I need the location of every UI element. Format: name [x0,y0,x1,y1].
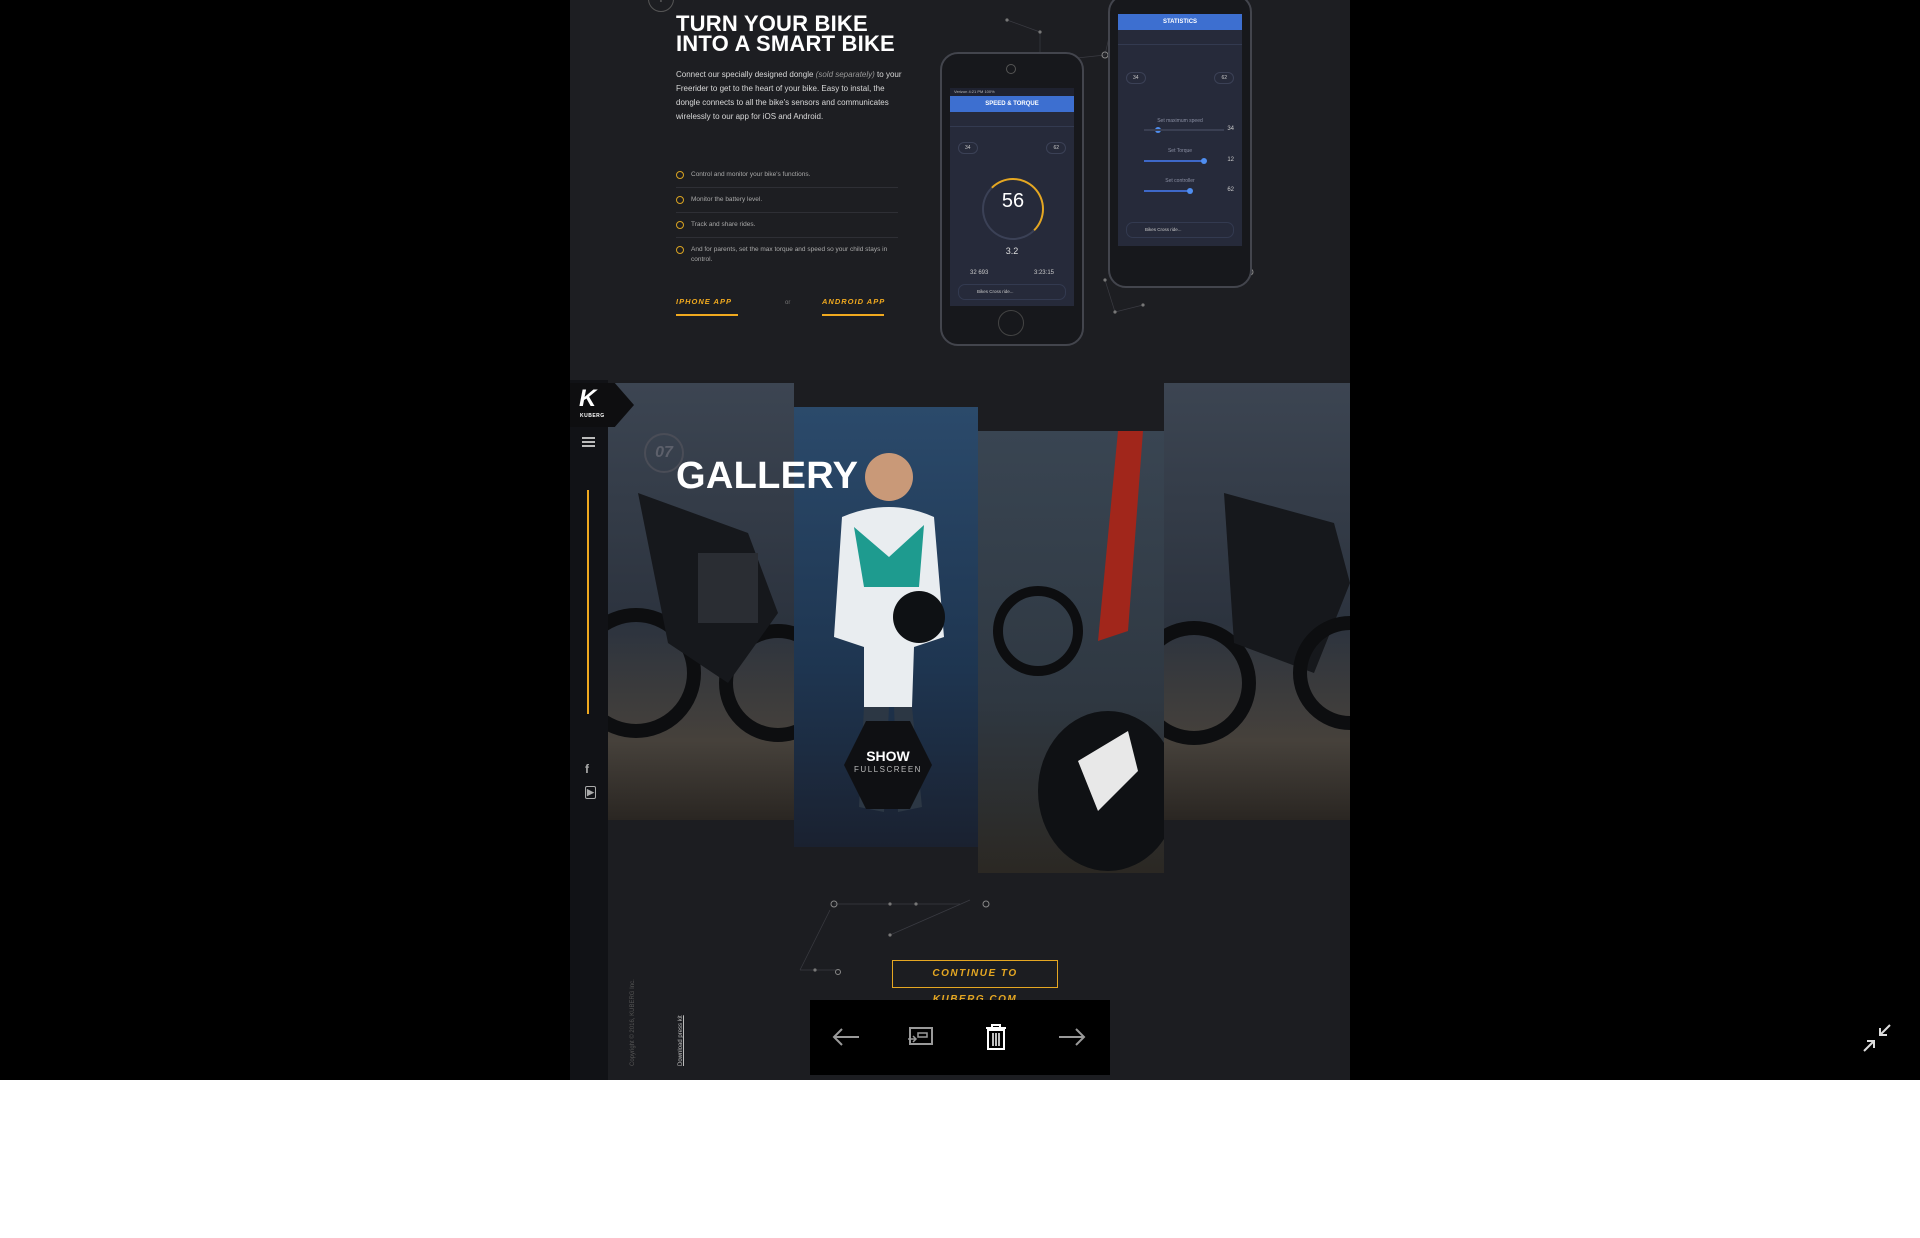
slider1-rail [1144,129,1224,131]
slider1-value: 34 [1227,126,1234,132]
show-fullscreen-button[interactable]: SHOW FULLSCREEN [844,721,932,809]
bike-closeup-silhouette [993,431,1164,871]
slider2-thumb[interactable] [1201,158,1207,164]
collapse-arrows-icon [1863,1024,1891,1052]
show-label: SHOW [866,748,910,764]
delete-button[interactable] [970,1012,1022,1062]
phone-screen: Verizon 4:21 PM 100% SPEED & TORQUE 34 6… [950,88,1074,306]
chip-right: 62 [1214,72,1234,84]
ride-label: Bikes Cross ride... [977,289,1014,294]
arrow-right-icon [1059,1028,1086,1046]
ride-row: Bikes Cross ride... [958,284,1066,300]
phone-mockup-speed: Verizon 4:21 PM 100% SPEED & TORQUE 34 6… [940,52,1084,346]
image-viewer: + TURN YOUR BIKE INTO A SMART BIKE Conne… [0,0,1920,1080]
gallery-title: GALLERY [676,455,859,497]
slideshow-button[interactable] [895,1012,947,1062]
fullscreen-label: FULLSCREEN [854,765,922,774]
slider3-thumb[interactable] [1187,188,1193,194]
screen-tabs [1118,30,1242,45]
copyright-text: Copyright © 2016, KUBERG Inc. [630,979,636,1066]
phone-camera [1006,64,1016,74]
logo-letter: K [579,385,597,412]
gallery-photo-bike-1[interactable] [608,383,794,820]
next-button[interactable] [1046,1012,1098,1062]
ride-row: Bikes Cross ride... [1126,222,1234,238]
chip-right: 62 [1046,142,1066,154]
slider2-label: Set Torque [1167,148,1193,154]
chip-left: 34 [958,142,978,154]
speed-value: 56 [1001,190,1025,212]
slider2-track[interactable] [1144,158,1207,164]
scroll-progress-line [587,490,589,714]
bike-silhouette [1164,493,1350,745]
status-bar: Verizon 4:21 PM 100% [950,88,1074,96]
stat-distance: 32 693 [970,270,989,276]
sub-value: 3.2 [1005,246,1019,256]
slider3-value: 62 [1227,187,1234,193]
trash-icon [986,1024,1006,1050]
smart-bike-section: + TURN YOUR BIKE INTO A SMART BIKE Conne… [570,0,1350,380]
previous-button[interactable] [820,1012,872,1062]
press-kit-link[interactable]: Download press kit [678,1015,684,1066]
phone-screen: STATISTICS 34 62 Set maximum speed 34 Se… [1118,14,1242,246]
hamburger-menu-icon[interactable] [582,437,595,448]
continue-button[interactable]: CONTINUE TO KUBERG.COM [892,960,1058,1005]
slider3-label: Set controller [1165,178,1195,184]
ride-label: Bikes Cross ride... [1145,227,1182,232]
website-screenshot: + TURN YOUR BIKE INTO A SMART BIKE Conne… [570,0,1350,1080]
arrow-left-icon [832,1028,859,1046]
stat-time: 3:23:15 [1033,270,1054,276]
screen-tabs [950,112,1074,127]
slider1-label: Set maximum speed [1157,118,1203,124]
screen-title: STATISTICS [1118,14,1242,30]
youtube-icon[interactable]: ▶ [585,786,596,799]
home-button [998,310,1024,336]
facebook-icon[interactable]: f [585,762,589,776]
chip-left: 34 [1126,72,1146,84]
gallery-photo-bike-2[interactable] [978,431,1164,873]
gallery-photo-bike-3[interactable] [1164,383,1350,820]
exit-fullscreen-button[interactable] [1862,1023,1892,1053]
phone-mockup-statistics: STATISTICS 34 62 Set maximum speed 34 Se… [1108,0,1252,288]
slider2-value: 12 [1227,157,1234,163]
screen-title: SPEED & TORQUE [950,96,1074,112]
bike-silhouette [608,493,794,742]
viewer-toolbar [810,1000,1110,1075]
logo-name: KUBERG [580,413,605,419]
speed-gauge: 56 [982,178,1044,240]
slider3-track[interactable] [1144,188,1193,194]
slideshow-icon [908,1027,933,1045]
